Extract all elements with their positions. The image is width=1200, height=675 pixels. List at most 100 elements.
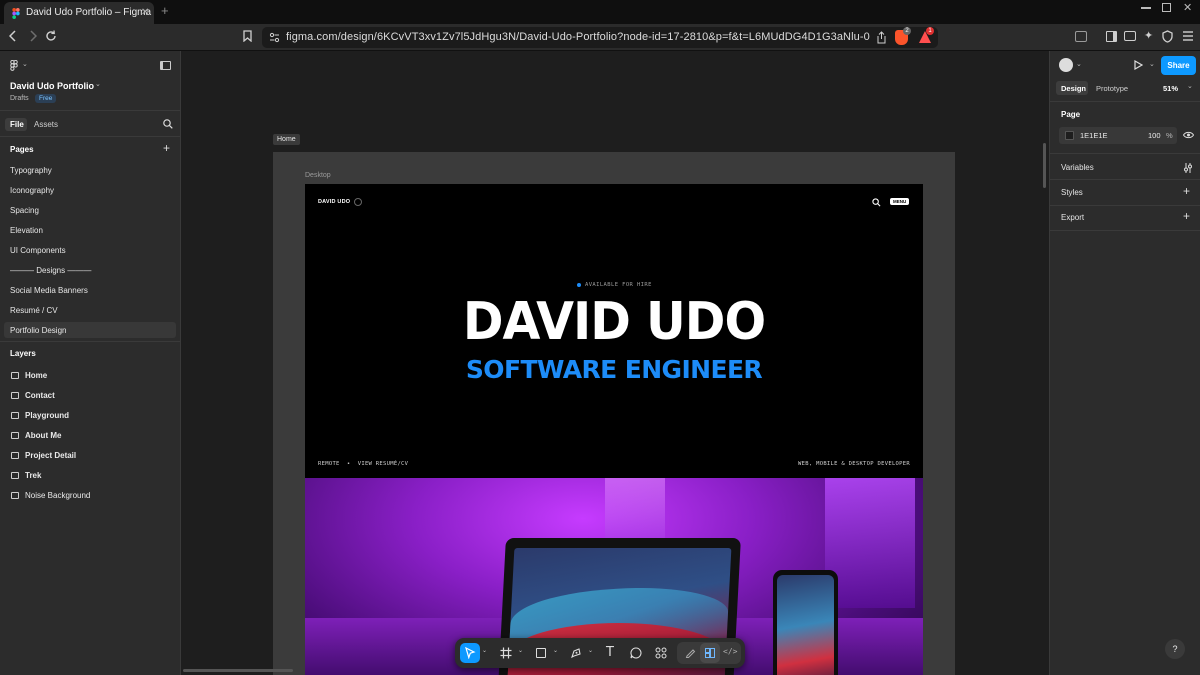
tab-assets[interactable]: Assets <box>34 120 58 129</box>
browser-tab[interactable]: David Udo Portfolio – Figma ✕ <box>4 2 154 24</box>
text-tool-button[interactable]: T <box>601 643 621 663</box>
page-item-designs-separator[interactable]: ——— Designs ——— <box>10 266 91 275</box>
page-item-typography[interactable]: Typography <box>10 166 52 175</box>
close-tab-icon[interactable]: ✕ <box>141 7 149 18</box>
zoom-chevron-icon[interactable]: ⌄ <box>1187 82 1193 90</box>
share-button[interactable]: Share <box>1161 56 1196 75</box>
draw-mode-button[interactable] <box>680 643 700 663</box>
comment-tool-button[interactable] <box>626 643 646 663</box>
file-name-chevron-icon[interactable]: ⌄ <box>95 80 101 88</box>
help-button[interactable]: ? <box>1165 639 1185 659</box>
move-tool-chevron-icon[interactable]: ⌄ <box>482 647 487 654</box>
reload-icon[interactable] <box>45 30 57 42</box>
layer-noise-background[interactable]: Noise Background <box>25 491 90 500</box>
divider <box>1050 101 1200 102</box>
avatar-chevron-icon[interactable]: ⌄ <box>1076 60 1082 68</box>
frame-tag-home[interactable]: Home <box>273 134 300 145</box>
bookmark-icon[interactable] <box>243 30 252 42</box>
page-item-spacing[interactable]: Spacing <box>10 206 39 215</box>
frame-label-desktop[interactable]: Desktop <box>305 172 331 179</box>
page-color-hex[interactable]: 1E1E1E <box>1080 131 1108 140</box>
code-brackets-icon: </> <box>723 647 738 656</box>
forward-icon[interactable] <box>29 30 37 42</box>
rectangle-icon <box>536 648 546 658</box>
page-color-field[interactable]: 1E1E1E 100 % <box>1059 127 1177 144</box>
add-style-icon[interactable]: + <box>1183 184 1190 198</box>
present-play-icon[interactable] <box>1134 60 1143 70</box>
hero-section[interactable]: DAVID UDO MENU AVAILABLE FOR HIRE DAVID … <box>305 184 923 478</box>
color-swatch[interactable] <box>1065 131 1074 140</box>
shape-tool-button[interactable] <box>531 643 551 663</box>
export-label[interactable]: Export <box>1061 213 1084 222</box>
actions-tool-button[interactable] <box>651 643 671 663</box>
main-menu-chevron-icon[interactable]: ⌄ <box>22 60 28 68</box>
file-name[interactable]: David Udo Portfolio <box>10 81 94 91</box>
sidebar-toggle-icon[interactable] <box>1106 31 1117 42</box>
page-item-elevation[interactable]: Elevation <box>10 226 43 235</box>
tab-file[interactable]: File <box>10 120 24 129</box>
drafts-label[interactable]: Drafts <box>10 95 29 102</box>
tab-design[interactable]: Design <box>1061 84 1086 93</box>
present-chevron-icon[interactable]: ⌄ <box>1149 60 1155 68</box>
page-item-resume-cv[interactable]: Resumé / CV <box>10 306 58 315</box>
frame-tool-button[interactable] <box>496 643 516 663</box>
wallet-icon[interactable] <box>1124 31 1136 41</box>
site-settings-icon[interactable] <box>269 32 280 43</box>
vpn-shield-icon[interactable] <box>1162 30 1173 43</box>
page-item-iconography[interactable]: Iconography <box>10 186 54 195</box>
tab-title: David Udo Portfolio – Figma <box>26 7 152 18</box>
browser-tab-bar: David Udo Portfolio – Figma ✕ + ✕ <box>0 0 1200 24</box>
add-export-icon[interactable]: + <box>1183 209 1190 223</box>
right-sidebar: ⌄ ⌄ Share Design Prototype 51% ⌄ Page 1E… <box>1049 51 1200 675</box>
minimize-icon[interactable] <box>1141 7 1151 9</box>
layer-playground[interactable]: Playground <box>25 411 69 420</box>
hero-name: DAVID UDO <box>462 291 766 352</box>
zoom-level[interactable]: 51% <box>1163 84 1178 93</box>
design-canvas[interactable]: Home Desktop DAVID UDO MENU AVAILABLE FO… <box>181 51 1049 675</box>
dev-mode-button[interactable]: </> <box>720 643 740 663</box>
layer-trek[interactable]: Trek <box>25 471 41 480</box>
variables-adjust-icon[interactable] <box>1183 163 1193 173</box>
reader-mode-icon[interactable] <box>1075 31 1087 42</box>
frame-icon <box>11 372 19 379</box>
styles-label[interactable]: Styles <box>1061 188 1083 197</box>
close-window-icon[interactable]: ✕ <box>1183 1 1192 14</box>
pen-tool-button[interactable] <box>566 643 586 663</box>
frame-tool-chevron-icon[interactable]: ⌄ <box>518 647 523 654</box>
horizontal-scrollbar[interactable] <box>183 669 293 672</box>
divider <box>1050 230 1200 231</box>
add-page-icon[interactable]: + <box>163 141 170 155</box>
variables-label[interactable]: Variables <box>1061 163 1094 172</box>
move-tool-button[interactable] <box>460 643 480 663</box>
layer-contact[interactable]: Contact <box>25 391 55 400</box>
layer-home[interactable]: Home <box>25 371 47 380</box>
visibility-eye-icon[interactable] <box>1183 131 1194 139</box>
frame-icon <box>11 432 19 439</box>
page-item-social-media-banners[interactable]: Social Media Banners <box>10 286 88 295</box>
search-icon[interactable] <box>163 119 173 129</box>
panel-collapse-icon[interactable] <box>160 61 171 70</box>
layer-about-me[interactable]: About Me <box>25 431 61 440</box>
hero-bottom-right: WEB, MOBILE & DESKTOP DEVELOPER <box>798 461 910 467</box>
maximize-icon[interactable] <box>1162 3 1171 12</box>
tab-prototype[interactable]: Prototype <box>1096 84 1128 93</box>
figma-main-menu-icon[interactable] <box>10 60 18 71</box>
address-bar[interactable]: figma.com/design/6KCvVT3xv1Zv7l5JdHgu3N/… <box>262 27 938 48</box>
page-opacity[interactable]: 100 <box>1148 131 1161 140</box>
logo-badge-icon <box>354 198 362 206</box>
left-sidebar: ⌄ David Udo Portfolio ⌄ Drafts Free File… <box>0 51 181 675</box>
leo-ai-icon[interactable]: ✦ <box>1144 29 1153 42</box>
shape-tool-chevron-icon[interactable]: ⌄ <box>553 647 558 654</box>
back-icon[interactable] <box>9 30 17 42</box>
share-page-icon[interactable] <box>876 31 887 44</box>
pen-tool-chevron-icon[interactable]: ⌄ <box>588 647 593 654</box>
design-mode-button[interactable] <box>700 643 720 663</box>
vertical-scrollbar[interactable] <box>1043 143 1046 188</box>
page-item-portfolio-design[interactable]: Portfolio Design <box>10 326 66 335</box>
browser-menu-icon[interactable] <box>1183 30 1193 42</box>
layer-project-detail[interactable]: Project Detail <box>25 451 76 460</box>
page-item-ui-components[interactable]: UI Components <box>10 246 66 255</box>
avatar[interactable] <box>1059 58 1073 72</box>
new-tab-icon[interactable]: + <box>161 3 169 18</box>
light-panel <box>825 478 915 608</box>
